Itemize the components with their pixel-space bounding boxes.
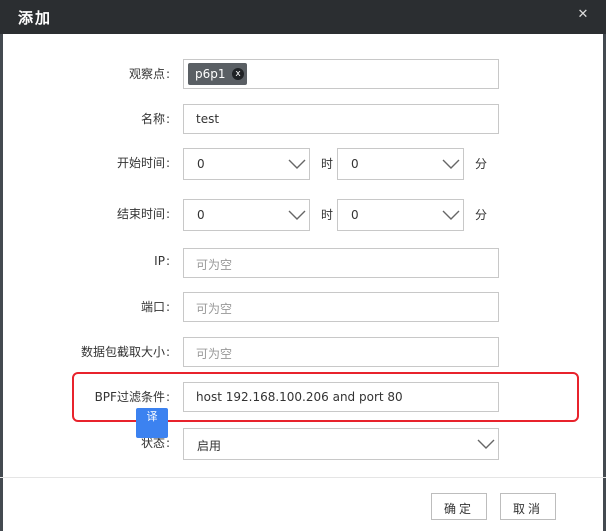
ip-input[interactable]: 可为空 xyxy=(183,248,499,278)
chevron-down-icon xyxy=(442,210,460,220)
observation-chip-label: p6p1 xyxy=(195,67,226,81)
cancel-button[interactable]: 取消 xyxy=(500,493,556,520)
confirm-button[interactable]: 确定 xyxy=(431,493,487,520)
add-dialog: 添加 ✕ 观察点: p6p1 x 名称: test 开始时间: 0 时 0 分 … xyxy=(0,0,606,531)
packet-size-row: 数据包截取大小: 可为空 xyxy=(0,337,606,369)
observation-chip: p6p1 x xyxy=(188,63,247,85)
port-row: 端口: 可为空 xyxy=(0,292,606,324)
end-minute-select[interactable]: 0 xyxy=(337,199,464,231)
end-minute-value: 0 xyxy=(351,208,359,222)
footer-divider xyxy=(0,477,606,478)
port-label: 端口: xyxy=(140,300,170,314)
chip-remove-icon[interactable]: x xyxy=(232,68,244,80)
port-placeholder: 可为空 xyxy=(196,302,233,316)
start-hour-select[interactable]: 0 xyxy=(183,148,310,180)
start-minute-select[interactable]: 0 xyxy=(337,148,464,180)
end-hour-select[interactable]: 0 xyxy=(183,199,310,231)
ip-label: IP: xyxy=(154,254,170,268)
end-hour-value: 0 xyxy=(197,208,205,222)
chevron-down-icon xyxy=(442,159,460,169)
start-time-label: 开始时间: xyxy=(116,156,170,170)
packet-size-label: 数据包截取大小: xyxy=(80,345,170,359)
name-value: test xyxy=(196,112,220,126)
packet-size-input[interactable]: 可为空 xyxy=(183,337,499,367)
dialog-title: 添加 xyxy=(18,9,53,27)
translate-badge[interactable]: 译 xyxy=(136,408,168,438)
end-time-row: 结束时间: 0 时 0 分 xyxy=(0,199,606,231)
start-time-row: 开始时间: 0 时 0 分 xyxy=(0,148,606,180)
ip-placeholder: 可为空 xyxy=(196,258,233,272)
end-hour-unit: 时 xyxy=(321,208,334,222)
observation-field[interactable]: p6p1 x xyxy=(183,59,499,89)
observation-label: 观察点: xyxy=(128,67,170,81)
start-minute-value: 0 xyxy=(351,157,359,171)
chevron-down-icon xyxy=(288,159,306,169)
name-input[interactable]: test xyxy=(183,104,499,134)
packet-size-placeholder: 可为空 xyxy=(196,347,233,361)
status-select[interactable]: 启用 xyxy=(183,428,499,460)
end-minute-unit: 分 xyxy=(475,208,488,222)
start-minute-unit: 分 xyxy=(475,157,488,171)
name-label: 名称: xyxy=(140,112,170,126)
chevron-down-icon xyxy=(288,210,306,220)
port-input[interactable]: 可为空 xyxy=(183,292,499,322)
start-hour-value: 0 xyxy=(197,157,205,171)
status-value: 启用 xyxy=(197,439,222,453)
chevron-down-icon xyxy=(477,439,495,449)
close-icon[interactable]: ✕ xyxy=(576,8,590,22)
name-row: 名称: test xyxy=(0,104,606,136)
status-row: 状态: 启用 xyxy=(0,428,606,460)
end-time-label: 结束时间: xyxy=(116,207,170,221)
observation-row: 观察点: p6p1 x xyxy=(0,59,606,91)
start-hour-unit: 时 xyxy=(321,157,334,171)
ip-row: IP: 可为空 xyxy=(0,248,606,280)
dialog-titlebar: 添加 ✕ xyxy=(0,0,606,34)
